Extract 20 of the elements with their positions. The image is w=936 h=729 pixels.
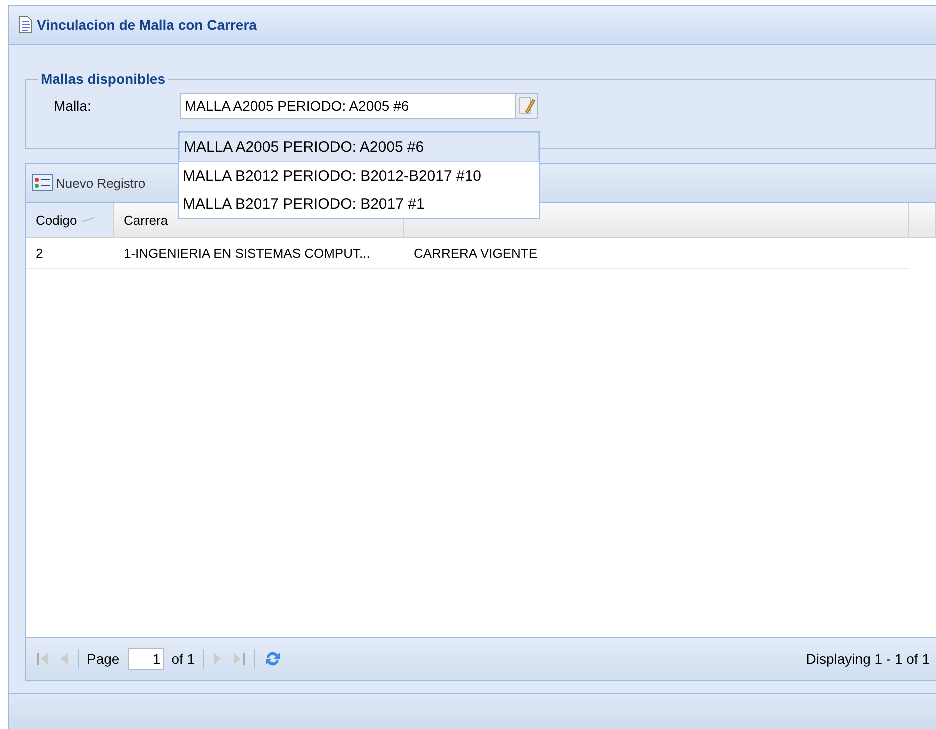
pencil-note-icon[interactable] <box>518 96 536 116</box>
display-count: Displaying 1 - 1 of 1 <box>806 651 930 667</box>
new-record-button[interactable]: Nuevo Registro <box>32 174 146 192</box>
table-cell-text: 1-INGENIERIA EN SISTEMAS COMPUT... <box>123 244 372 262</box>
first-page-button[interactable] <box>36 651 50 667</box>
page-number-field[interactable]: 1 <box>128 648 164 670</box>
table-cell-text: 2 <box>35 244 44 262</box>
column-header[interactable]: Codigo <box>26 203 114 237</box>
field-label: Malla: <box>53 98 92 114</box>
sort-icon <box>81 217 96 223</box>
page-count: of 1 <box>172 651 196 667</box>
last-page-button[interactable] <box>232 651 246 667</box>
dropdown-option[interactable]: MALLA A2005 PERIODO: A2005 #6 <box>179 132 539 162</box>
malla-combo-field[interactable]: MALLA A2005 PERIODO: A2005 #6 <box>180 93 516 119</box>
table-cell-text: CARRERA VIGENTE <box>413 244 539 262</box>
fieldset-legend: Mallas disponibles <box>38 71 168 87</box>
window-title: Vinculacion de Malla con Carrera <box>37 17 257 33</box>
document-icon <box>19 16 33 34</box>
form-list-icon <box>32 174 54 192</box>
page-label: Page <box>87 651 120 667</box>
